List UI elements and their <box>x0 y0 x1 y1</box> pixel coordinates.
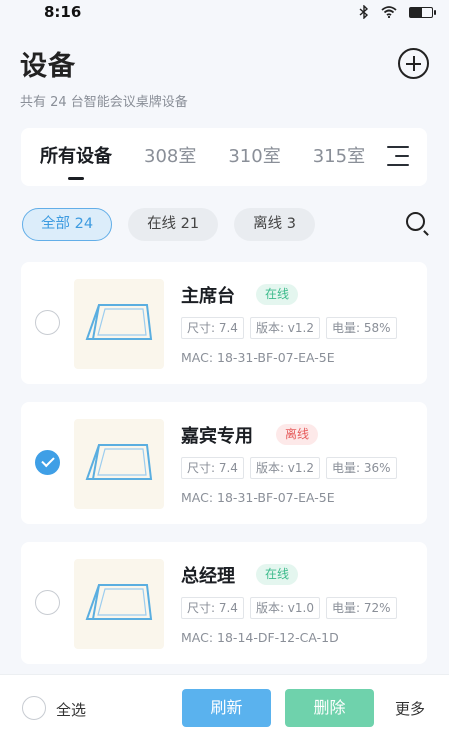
status-icons <box>359 5 436 19</box>
spec-battery: 电量: 72% <box>326 597 397 619</box>
search-icon[interactable] <box>405 211 429 236</box>
device-mac: MAC: 18-31-BF-07-EA-5E <box>181 350 335 365</box>
device-name: 总经理 <box>181 566 235 587</box>
table-sign-icon <box>85 304 153 340</box>
device-checkbox[interactable] <box>35 310 60 335</box>
device-thumbnail <box>74 559 164 649</box>
device-thumbnail <box>74 419 164 509</box>
filter-all[interactable]: 全部 24 <box>22 207 113 241</box>
status-badge: 在线 <box>256 564 299 585</box>
spec-version: 版本: v1.2 <box>249 457 320 479</box>
filter-online[interactable]: 在线 21 <box>128 207 219 241</box>
bluetooth-icon <box>359 5 369 19</box>
device-thumbnail <box>74 279 164 369</box>
page-title: 设备 <box>20 51 76 82</box>
device-specs: 尺寸: 7.4 版本: v1.2 电量: 36% <box>181 457 397 479</box>
battery-icon <box>409 6 436 18</box>
device-checkbox[interactable] <box>35 450 60 475</box>
refresh-button[interactable]: 刷新 <box>182 689 271 727</box>
status-badge: 离线 <box>276 424 319 445</box>
select-all-label[interactable]: 全选 <box>56 699 86 720</box>
device-mac: MAC: 18-14-DF-12-CA-1D <box>181 630 339 645</box>
device-card[interactable]: 嘉宾专用 离线 尺寸: 7.4 版本: v1.2 电量: 36% MAC: 18… <box>21 402 427 524</box>
spec-size: 尺寸: 7.4 <box>181 317 244 339</box>
select-all-checkbox[interactable] <box>22 696 46 720</box>
spec-size: 尺寸: 7.4 <box>181 597 244 619</box>
page-header: 设备 共有 24 台智能会议桌牌设备 <box>20 44 429 114</box>
spec-battery: 电量: 58% <box>326 317 397 339</box>
status-badge: 在线 <box>256 284 299 305</box>
delete-button[interactable]: 删除 <box>285 689 374 727</box>
table-sign-icon <box>85 444 153 480</box>
add-device-button[interactable] <box>398 48 429 79</box>
room-tabs: 所有设备 308室 310室 315室 <box>21 128 427 186</box>
device-mac: MAC: 18-31-BF-07-EA-5E <box>181 490 335 505</box>
menu-icon[interactable] <box>387 146 409 166</box>
table-sign-icon <box>85 584 153 620</box>
bottom-action-bar: 全选 刷新 删除 更多 <box>0 674 449 748</box>
tab-room-308[interactable]: 308室 <box>144 128 196 186</box>
spec-size: 尺寸: 7.4 <box>181 457 244 479</box>
device-specs: 尺寸: 7.4 版本: v1.2 电量: 58% <box>181 317 397 339</box>
tab-room-315[interactable]: 315室 <box>313 128 365 186</box>
status-time: 8:16 <box>44 3 82 21</box>
filter-offline[interactable]: 离线 3 <box>234 207 315 241</box>
more-button[interactable]: 更多 <box>395 698 425 719</box>
tab-room-310[interactable]: 310室 <box>228 128 280 186</box>
spec-version: 版本: v1.0 <box>249 597 320 619</box>
device-specs: 尺寸: 7.4 版本: v1.0 电量: 72% <box>181 597 397 619</box>
status-bar: 8:16 <box>0 0 449 24</box>
device-name: 主席台 <box>181 286 235 307</box>
battery-level-fill <box>410 7 423 17</box>
device-name: 嘉宾专用 <box>181 426 253 447</box>
spec-version: 版本: v1.2 <box>249 317 320 339</box>
page-subtitle: 共有 24 台智能会议桌牌设备 <box>20 95 188 110</box>
device-checkbox[interactable] <box>35 590 60 615</box>
spec-battery: 电量: 36% <box>326 457 397 479</box>
device-card[interactable]: 主席台 在线 尺寸: 7.4 版本: v1.2 电量: 58% MAC: 18-… <box>21 262 427 384</box>
status-filters: 全部 24 在线 21 离线 3 <box>22 207 429 241</box>
tab-all-devices[interactable]: 所有设备 <box>40 128 112 186</box>
wifi-icon <box>381 6 397 18</box>
device-card[interactable]: 总经理 在线 尺寸: 7.4 版本: v1.0 电量: 72% MAC: 18-… <box>21 542 427 664</box>
